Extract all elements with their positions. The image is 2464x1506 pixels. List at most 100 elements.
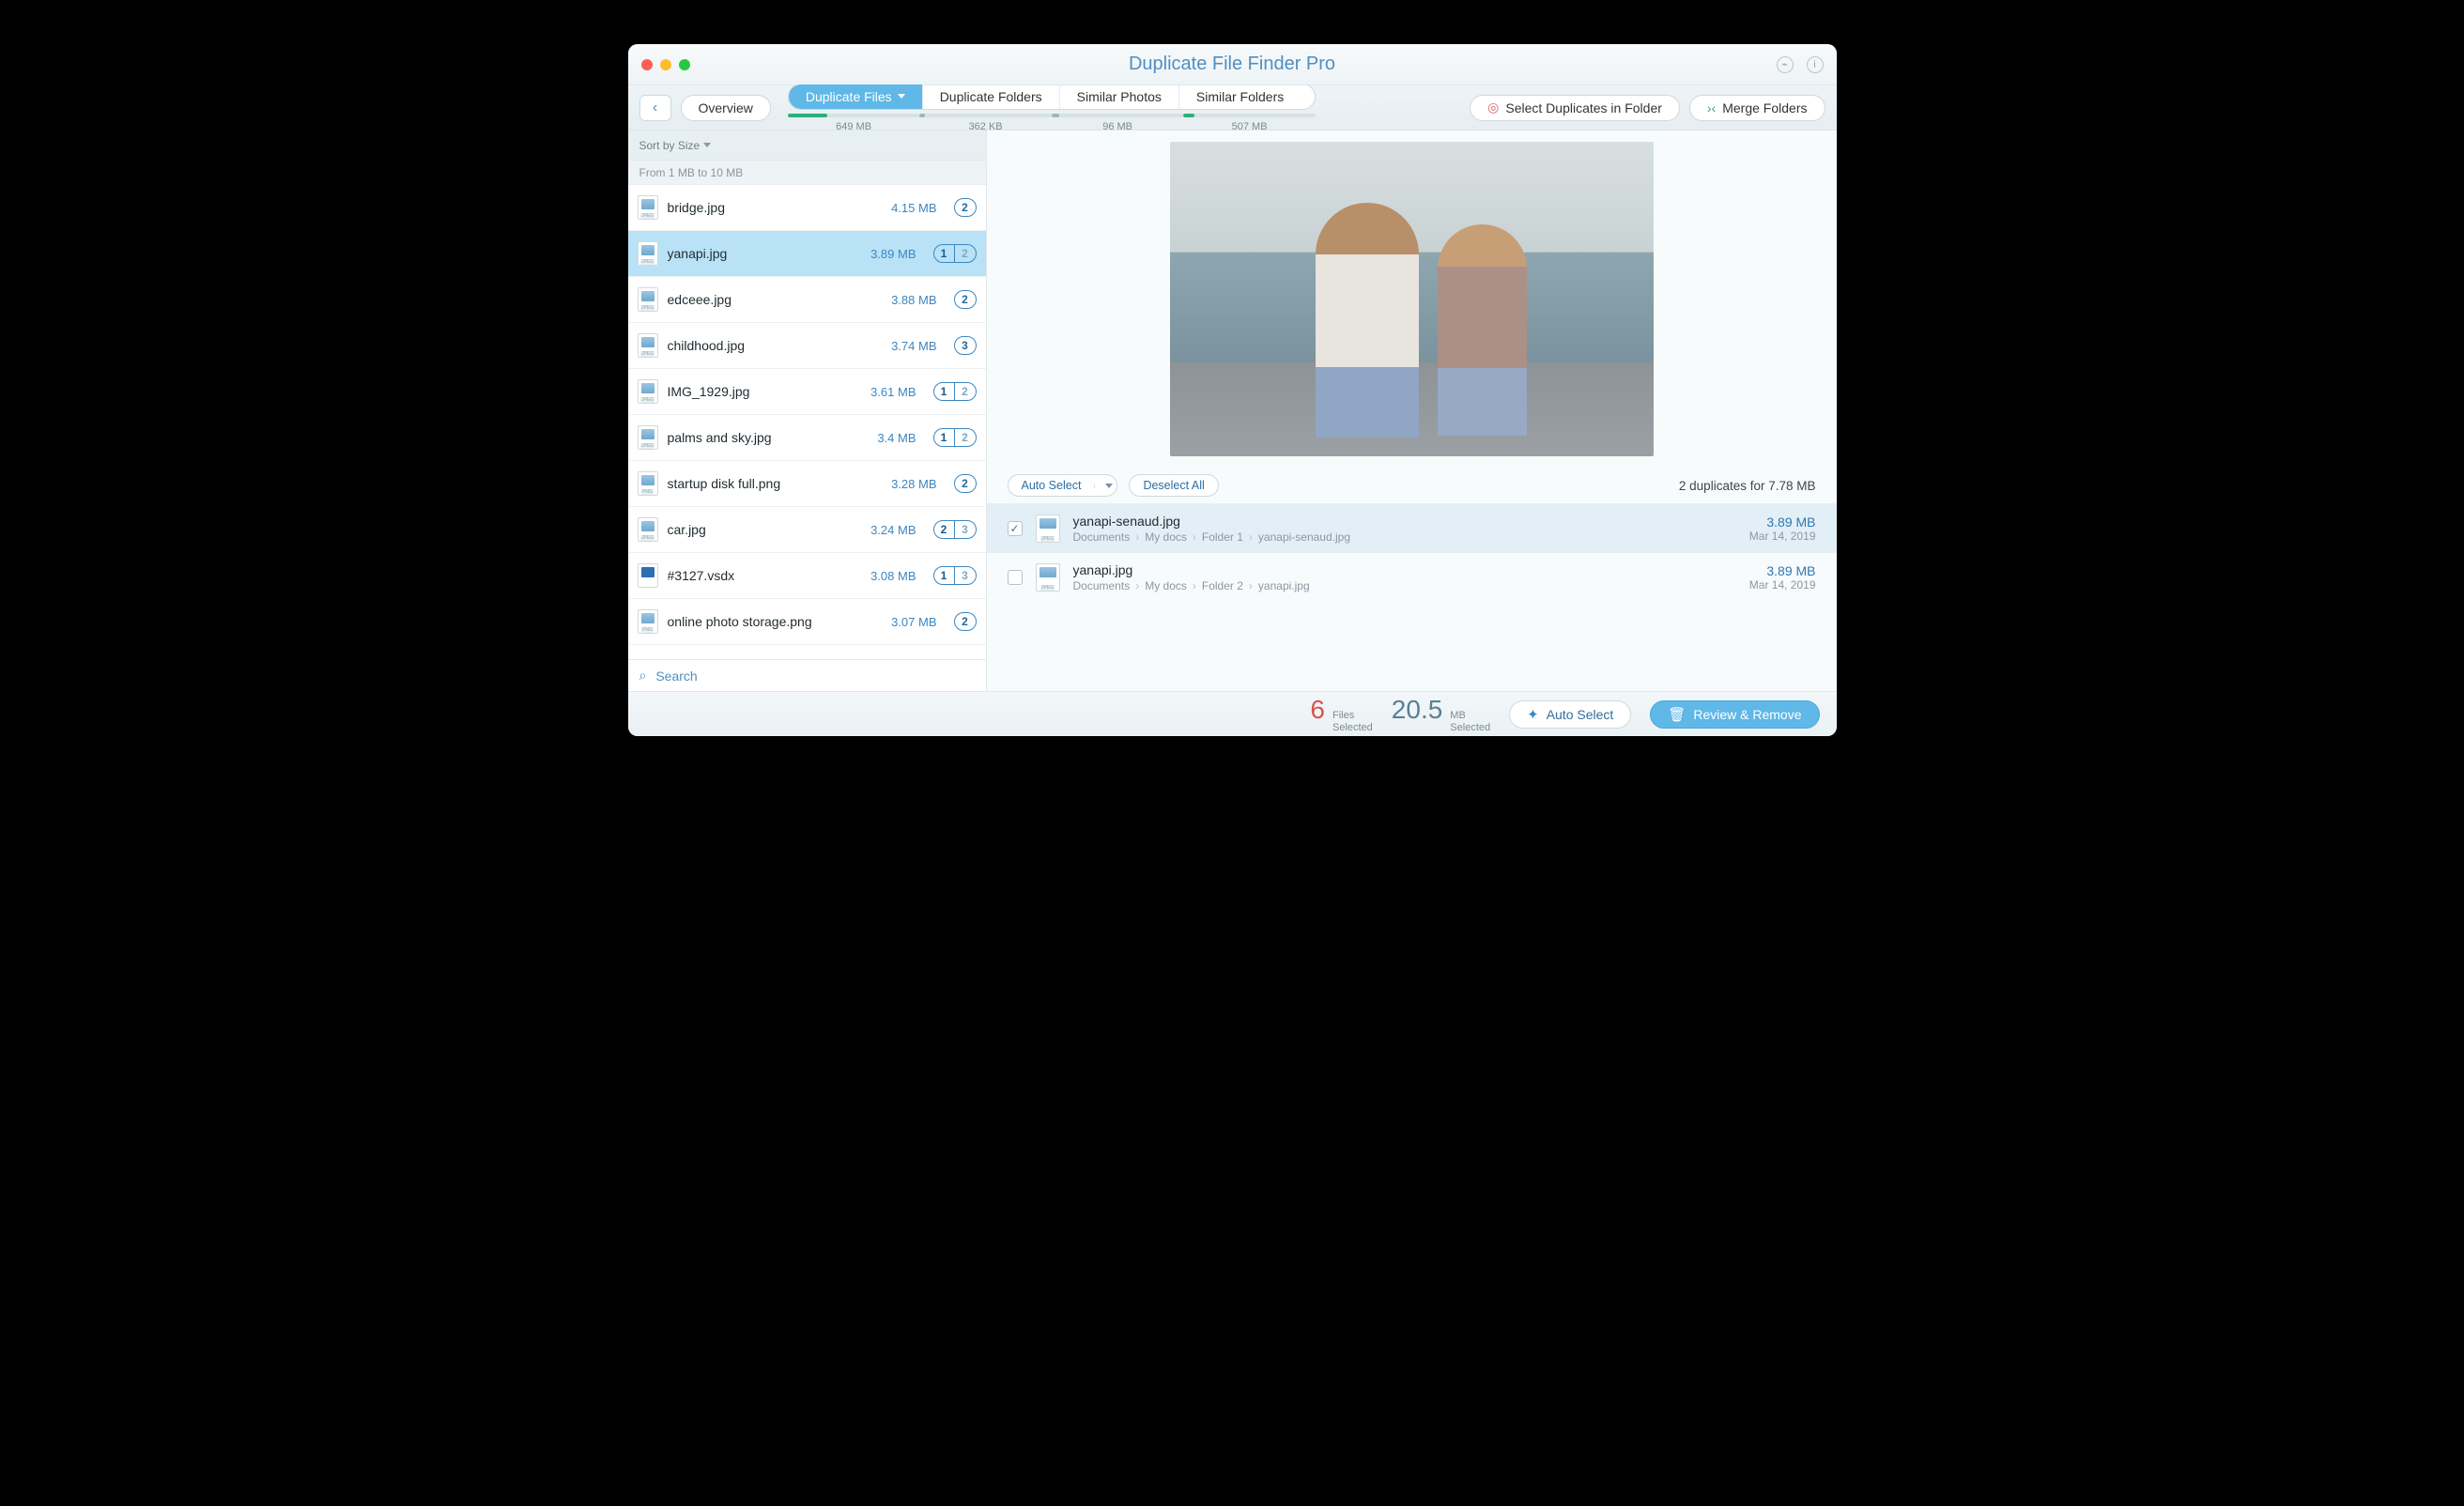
file-row[interactable]: JPEG car.jpg 3.24 MB 23 [628, 507, 986, 553]
file-icon: JPEG [638, 195, 658, 220]
select-duplicates-in-folder-button[interactable]: ◎ Select Duplicates in Folder [1470, 95, 1680, 121]
chevron-left-icon: ‹ [653, 100, 657, 116]
file-icon: JPEG [638, 425, 658, 450]
file-size: 3.4 MB [877, 431, 916, 445]
tab-similar-photos[interactable]: Similar Photos [1060, 85, 1179, 109]
search-icon: ⌕ [639, 668, 647, 684]
file-name: yanapi.jpg [668, 246, 862, 261]
duplicate-file-name: yanapi.jpg [1073, 562, 1736, 577]
chevron-down-icon[interactable] [1094, 484, 1116, 488]
file-row[interactable]: JPEG palms and sky.jpg 3.4 MB 12 [628, 415, 986, 461]
overview-button[interactable]: Overview [681, 95, 771, 121]
duplicate-date: Mar 14, 2019 [1749, 578, 1816, 592]
file-size: 3.07 MB [891, 615, 936, 629]
file-icon: JPEG [638, 379, 658, 404]
file-name: IMG_1929.jpg [668, 384, 862, 399]
file-row[interactable]: JPEG edceee.jpg 3.88 MB 2 [628, 277, 986, 323]
duplicate-row[interactable]: JPEG yanapi-senaud.jpgDocuments›My docs›F… [987, 503, 1837, 552]
duplicates-summary: 2 duplicates for 7.78 MB [1679, 479, 1816, 493]
file-row[interactable]: PNG startup disk full.png 3.28 MB 2 [628, 461, 986, 507]
file-icon: JPEG [638, 287, 658, 312]
tab-similar-folders[interactable]: Similar Folders [1179, 85, 1301, 109]
chevron-down-icon [703, 143, 711, 147]
trash-icon: 🗑 [1668, 706, 1686, 723]
file-icon: PNG [638, 609, 658, 634]
file-row[interactable]: JPEG IMG_1929.jpg 3.61 MB 12 [628, 369, 986, 415]
image-preview [987, 131, 1837, 468]
file-row[interactable]: PNGonline photo storage.png3.07 MB2 [628, 599, 986, 645]
app-window: Duplicate File Finder Pro ⌁ i ‹ Overview… [628, 44, 1837, 736]
mb-selected-stat: 20.5 MBSelected [1392, 695, 1490, 732]
back-button[interactable]: ‹ [639, 95, 671, 121]
selection-count-pill[interactable]: 23 [933, 520, 977, 539]
file-path-breadcrumb: Documents›My docs›Folder 2›yanapi.jpg [1073, 579, 1736, 592]
file-size: 3.74 MB [891, 339, 936, 353]
tab-duplicate-files[interactable]: Duplicate Files [789, 85, 923, 109]
file-size: 3.28 MB [891, 477, 936, 491]
sidebar: Sort by Size From 1 MB to 10 MB JPEG brid… [628, 131, 987, 691]
merge-icon: ›‹ [1707, 100, 1716, 115]
file-icon: JPEG [1036, 563, 1060, 592]
footer-auto-select-button[interactable]: ✦ Auto Select [1509, 700, 1631, 729]
file-size: 3.24 MB [870, 523, 916, 537]
selection-count-pill[interactable]: 13 [933, 566, 977, 585]
detail-pane: Auto Select Deselect All 2 duplicates fo… [987, 131, 1837, 691]
file-name: edceee.jpg [668, 292, 883, 307]
file-row[interactable]: JPEGyanapi.jpg3.89 MB12 [628, 231, 986, 277]
file-list[interactable]: JPEG bridge.jpg 4.15 MB 2 JPEG yanapi.jpg 3.89… [628, 185, 986, 659]
file-row[interactable]: #3127.vsdx 3.08 MB 13 [628, 553, 986, 599]
row-checkbox[interactable] [1008, 521, 1023, 536]
file-size: 4.15 MB [891, 201, 936, 215]
duplicate-date: Mar 14, 2019 [1749, 530, 1816, 543]
tab-duplicate-folders[interactable]: Duplicate Folders [923, 85, 1060, 109]
deselect-all-button[interactable]: Deselect All [1129, 474, 1218, 497]
duplicate-count-pill[interactable]: 2 [954, 612, 977, 631]
duplicate-size: 3.89 MB [1749, 515, 1816, 530]
auto-select-dropdown[interactable]: Auto Select [1008, 474, 1118, 497]
file-name: startup disk full.png [668, 476, 883, 491]
row-checkbox[interactable] [1008, 570, 1023, 585]
file-icon: PNG [638, 471, 658, 496]
selection-count-pill[interactable]: 12 [933, 244, 977, 263]
file-row[interactable]: JPEG childhood.jpg 3.74 MB 3 [628, 323, 986, 369]
duplicate-count-pill[interactable]: 2 [954, 474, 977, 493]
file-size: 3.88 MB [891, 293, 936, 307]
search-input[interactable]: ⌕ Search [628, 659, 986, 691]
merge-folders-button[interactable]: ›‹ Merge Folders [1689, 95, 1825, 121]
file-row[interactable]: JPEG bridge.jpg 4.15 MB 2 [628, 185, 986, 231]
duplicate-count-pill[interactable]: 3 [954, 336, 977, 355]
review-remove-button[interactable]: 🗑 Review & Remove [1650, 700, 1819, 729]
duplicate-file-name: yanapi-senaud.jpg [1073, 514, 1736, 529]
duplicate-count-pill[interactable]: 2 [954, 198, 977, 217]
app-title: Duplicate File Finder Pro [628, 54, 1837, 75]
file-icon: JPEG [638, 517, 658, 542]
file-icon: JPEG [1036, 515, 1060, 543]
target-icon: ◎ [1487, 100, 1499, 115]
chevron-down-icon [898, 94, 905, 99]
duplicate-row[interactable]: JPEG yanapi.jpg Documents›My docs›Folder 2… [987, 552, 1837, 601]
duplicate-size: 3.89 MB [1749, 563, 1816, 578]
duplicate-count-pill[interactable]: 2 [954, 290, 977, 309]
file-icon: JPEG [638, 333, 658, 358]
sparkle-icon: ✦ [1527, 706, 1539, 723]
file-name: bridge.jpg [668, 200, 883, 215]
preview-content [1170, 142, 1654, 456]
file-name: childhood.jpg [668, 338, 883, 353]
file-path-breadcrumb: Documents›My docs›Folder 1›yanapi-senaud… [1073, 530, 1736, 544]
file-name: palms and sky.jpg [668, 430, 869, 445]
titlebar: Duplicate File Finder Pro ⌁ i [628, 44, 1837, 85]
toolbar: ‹ Overview Duplicate FilesDuplicate Fold… [628, 85, 1837, 131]
duplicates-list: JPEGyanapi-senaud.jpgDocuments›My docs›F… [987, 503, 1837, 601]
footer: 6 FilesSelected 20.5 MBSelected ✦ Auto S… [628, 691, 1837, 736]
file-name: car.jpg [668, 522, 862, 537]
file-size: 3.61 MB [870, 385, 916, 399]
duplicates-toolbar: Auto Select Deselect All 2 duplicates fo… [987, 468, 1837, 503]
sort-dropdown[interactable]: Sort by Size [628, 131, 986, 161]
file-name: #3127.vsdx [668, 568, 862, 583]
selection-count-pill[interactable]: 12 [933, 428, 977, 447]
file-size: 3.08 MB [870, 569, 916, 583]
files-selected-stat: 6 FilesSelected [1310, 695, 1372, 732]
selection-count-pill[interactable]: 12 [933, 382, 977, 401]
file-size: 3.89 MB [870, 247, 916, 261]
size-group-header: From 1 MB to 10 MB [628, 161, 986, 185]
